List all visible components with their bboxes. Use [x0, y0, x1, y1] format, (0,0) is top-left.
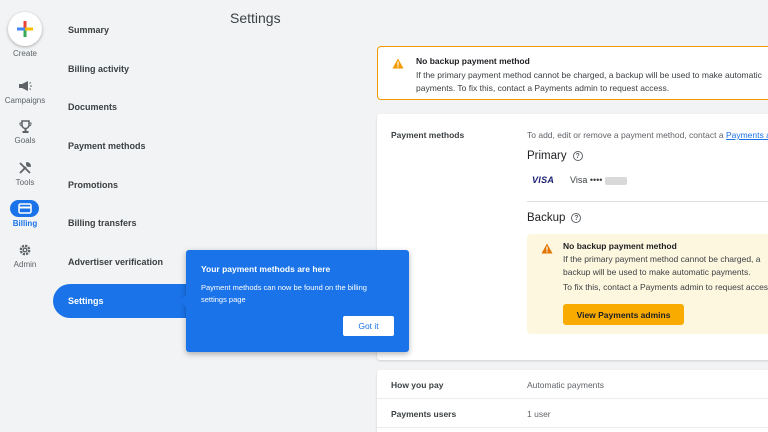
primary-heading: Primary ?: [527, 150, 583, 162]
trophy-icon: [15, 118, 35, 136]
billing-icon[interactable]: [10, 200, 39, 217]
payment-methods-label: Payment methods: [391, 130, 465, 140]
banner-text: If the primary payment method cannot be …: [416, 70, 762, 93]
nav-item-billing-transfers[interactable]: Billing transfers: [53, 206, 195, 240]
megaphone-icon: [15, 77, 35, 95]
plus-icon: [17, 21, 33, 37]
backup-warning-text: If the primary payment method cannot be …: [563, 254, 761, 277]
info-card: How you pay Automatic payments Payments …: [377, 370, 768, 432]
rail-item-tools[interactable]: Tools: [0, 158, 50, 198]
backup-warning-box: No backup payment method If the primary …: [527, 234, 768, 334]
hint-text: To add, edit or remove a payment method,…: [527, 130, 724, 140]
page-title: Settings: [230, 10, 281, 26]
rail-label-goals: Goals: [14, 136, 36, 145]
rail-label-admin: Admin: [13, 260, 37, 269]
payment-methods-card: Payment methods To add, edit or remove a…: [377, 114, 768, 360]
divider: [527, 201, 768, 202]
banner-title: No backup payment method: [416, 56, 530, 66]
nav-item-promotions[interactable]: Promotions: [53, 168, 195, 202]
nav-item-documents[interactable]: Documents: [53, 90, 195, 124]
primary-heading-text: Primary: [527, 150, 567, 162]
payment-methods-hint: To add, edit or remove a payment method,…: [527, 130, 768, 140]
warning-icon: [392, 56, 404, 74]
nav-item-summary[interactable]: Summary: [53, 13, 195, 47]
warning-icon: [541, 241, 553, 259]
rail-label-tools: Tools: [15, 178, 35, 187]
backup-warning-title: No backup payment method: [563, 241, 677, 251]
backup-warning-text-2: To fix this, contact a Payments admin to…: [563, 282, 768, 292]
create-label: Create: [12, 49, 37, 58]
nav-item-advertiser-verification[interactable]: Advertiser verification: [53, 245, 195, 279]
tooltip-text: Payment methods can now be found on the …: [201, 283, 367, 304]
info-row-key: Payments users: [391, 409, 457, 419]
backup-heading-text: Backup: [527, 212, 566, 224]
tooltip-arrow: [180, 295, 186, 307]
backup-heading: Backup ?: [527, 212, 582, 224]
warning-banner: No backup payment method If the primary …: [377, 46, 768, 100]
nav-item-payment-methods[interactable]: Payment methods: [53, 129, 195, 163]
got-it-button[interactable]: Got it: [343, 316, 394, 336]
payments-admin-link[interactable]: Payments admin: [726, 130, 768, 140]
view-payments-admins-button[interactable]: View Payments admins: [563, 304, 684, 325]
create-button[interactable]: [8, 12, 42, 46]
masked-digits: [604, 176, 627, 185]
rail-label-campaigns: Campaigns: [4, 96, 46, 105]
visa-logo: VISA: [532, 175, 555, 185]
tools-icon: [15, 159, 35, 177]
nav-item-billing-activity[interactable]: Billing activity: [53, 52, 195, 86]
tooltip-title: Your payment methods are here: [201, 264, 331, 274]
info-row-value: 1 user: [527, 409, 551, 419]
rail-item-goals[interactable]: Goals: [0, 116, 50, 156]
rail-item-admin[interactable]: Admin: [0, 240, 50, 280]
gear-icon: [15, 241, 35, 259]
info-row: Payments users 1 user: [377, 399, 768, 428]
rail-label-billing: Billing: [12, 219, 38, 228]
info-row-key: How you pay: [391, 380, 444, 390]
visa-number-text: Visa ••••: [570, 175, 603, 185]
help-icon[interactable]: ?: [572, 151, 583, 161]
visa-card-number: Visa ••••: [570, 175, 627, 185]
rail-item-campaigns[interactable]: Campaigns: [0, 74, 50, 114]
info-row-value: Automatic payments: [527, 380, 605, 390]
left-rail: Create Campaigns Goals Tools Billing Adm…: [0, 0, 50, 432]
help-icon[interactable]: ?: [571, 213, 582, 223]
payment-methods-tooltip: Your payment methods are here Payment me…: [180, 250, 409, 352]
info-row: How you pay Automatic payments: [377, 370, 768, 399]
nav-item-settings[interactable]: Settings: [53, 284, 195, 318]
